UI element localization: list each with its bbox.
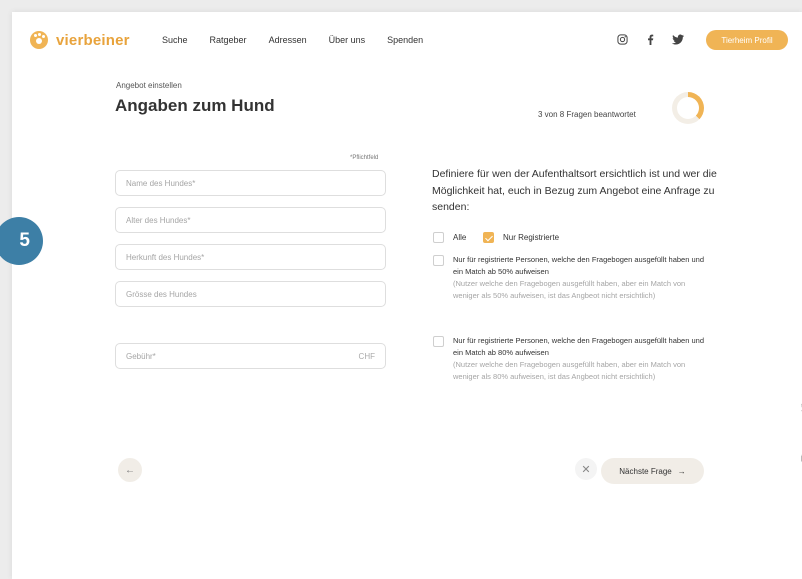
fee-input[interactable]: Gebühr* CHF (115, 343, 386, 369)
arrow-right-icon: → (677, 466, 686, 476)
currency-unit: CHF (358, 351, 375, 361)
dog-origin-placeholder: Herkunft des Hundes* (126, 252, 205, 262)
option-match-50-text: Nur für registrierte Personen, welche de… (453, 255, 704, 276)
logo[interactable]: vierbeiner (30, 31, 130, 49)
page-card: vierbeiner Suche Ratgeber Adressen Über … (0, 12, 802, 579)
facebook-icon[interactable] (643, 32, 657, 46)
dog-origin-input[interactable]: Herkunft des Hundes* (115, 244, 386, 270)
checkbox-nur-registrierte[interactable] (483, 232, 494, 243)
dog-size-placeholder: Grösse des Hundes (126, 289, 197, 299)
side-share-bar (797, 402, 802, 463)
nav-item-ueber-uns[interactable]: Über uns (329, 35, 366, 45)
page-title: Angaben zum Hund (115, 96, 275, 115)
nav-item-spenden[interactable]: Spenden (387, 35, 423, 45)
option-match-80: Nur für registrierte Personen, welche de… (453, 335, 713, 383)
back-button[interactable]: ← (118, 458, 142, 482)
tierheim-profil-button[interactable]: Tierheim Profil (706, 30, 788, 50)
progress-text: 3 von 8 Fragen beantwortet (538, 110, 636, 119)
step-badge: 5 (0, 217, 43, 265)
option-match-50-note: (Nutzer welche den Fragebogen ausgefüllt… (453, 279, 686, 300)
nav-item-ratgeber[interactable]: Ratgeber (210, 35, 247, 45)
label-nur-registrierte: Nur Registrierte (503, 233, 560, 242)
option-match-80-note: (Nutzer welche den Fragebogen ausgefüllt… (453, 360, 686, 381)
instagram-icon[interactable] (615, 32, 629, 46)
twitter-icon[interactable] (671, 32, 685, 46)
main-nav: Suche Ratgeber Adressen Über uns Spenden (162, 35, 423, 45)
dog-age-input[interactable]: Alter des Hundes* (115, 207, 386, 233)
visibility-question: Definiere für wen der Aufenthaltsort ers… (432, 168, 717, 213)
next-question-label: Nächste Frage (619, 466, 672, 476)
dog-name-placeholder: Name des Hundes* (126, 178, 196, 188)
checkbox-match-80[interactable] (433, 336, 444, 347)
breadcrumb-label: Angebot einstellen (116, 81, 182, 90)
checkbox-match-50[interactable] (433, 255, 444, 266)
fee-placeholder: Gebühr* (126, 351, 156, 361)
brand-name: vierbeiner (56, 31, 130, 49)
progress-ring (672, 92, 704, 124)
close-icon: ✕ (581, 463, 591, 476)
next-question-button[interactable]: Nächste Frage → (601, 458, 704, 484)
close-button[interactable]: ✕ (575, 458, 597, 480)
dog-size-input[interactable]: Grösse des Hundes (115, 281, 386, 307)
arrow-left-icon: ← (125, 464, 135, 476)
paw-logo-icon (30, 31, 48, 49)
step-number: 5 (19, 230, 30, 251)
nav-item-adressen[interactable]: Adressen (269, 35, 307, 45)
checkbox-alle[interactable] (433, 232, 444, 243)
required-note: *Pflichtfeld (350, 155, 379, 161)
dog-name-input[interactable]: Name des Hundes* (115, 170, 386, 196)
nav-item-suche[interactable]: Suche (162, 35, 188, 45)
option-match-80-text: Nur für registrierte Personen, welche de… (453, 336, 704, 357)
social-links (615, 32, 685, 46)
label-alle: Alle (453, 233, 467, 242)
option-match-50: Nur für registrierte Personen, welche de… (453, 254, 713, 302)
dog-age-placeholder: Alter des Hundes* (126, 215, 191, 225)
